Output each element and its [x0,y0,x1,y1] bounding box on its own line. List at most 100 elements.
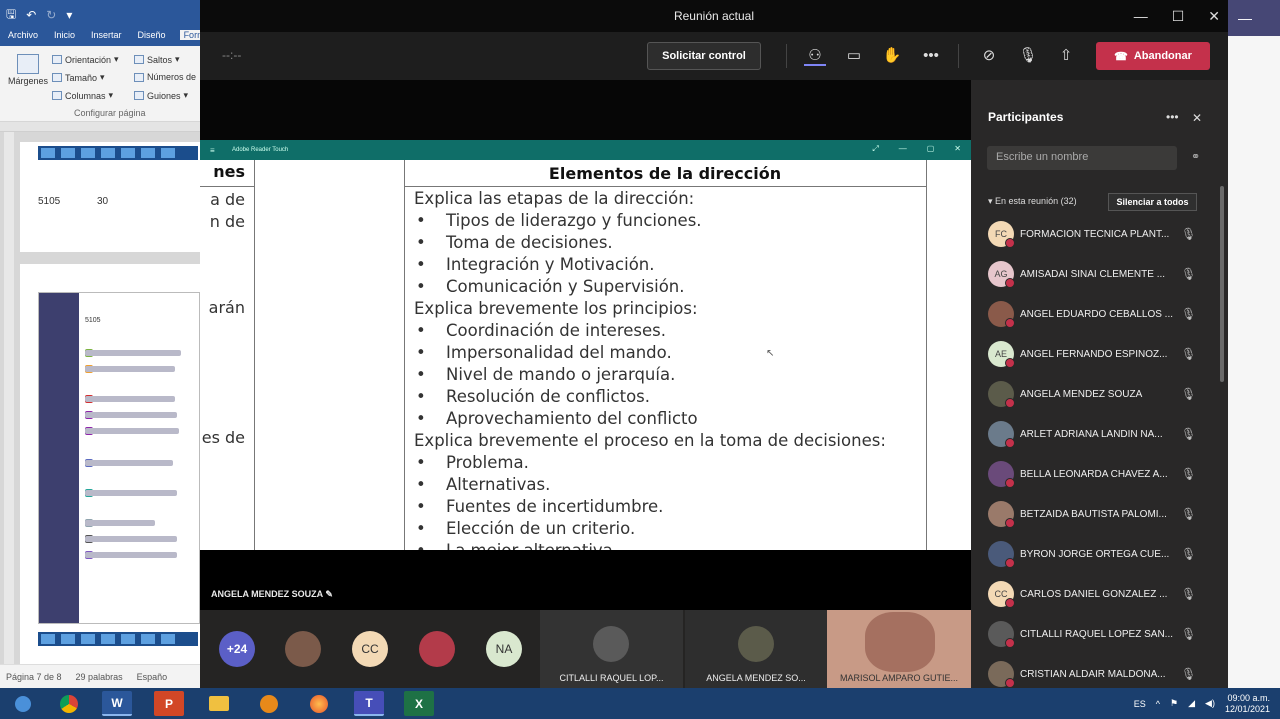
mic-off-icon[interactable]: 🎙 [1181,627,1196,641]
taskbar-chrome[interactable] [54,691,84,716]
line-numbers-button[interactable]: Números de [134,72,196,82]
leave-button[interactable]: ☎ Abandonar [1096,42,1210,70]
taskbar-teams[interactable]: T [354,691,384,716]
hyphenation-button[interactable]: Guiones ▾ [134,90,188,101]
mic-off-icon[interactable]: 🎙 [1181,227,1196,241]
participant-row[interactable]: CRISTIAN ALDAIR MALDONA... 🎙 [988,660,1198,688]
video-tile[interactable]: MARISOL AMPARO GUTIE... [827,610,971,688]
more-options-icon[interactable]: ••• [920,46,942,66]
document-page: 5105 [20,264,200,664]
participant-video-strip: +24 CC NA CITLALLI RAQUEL LOP... ANGELA … [200,610,971,688]
participant-row[interactable]: BYRON JORGE ORTEGA CUE... 🎙 [988,540,1198,568]
share-invite-icon[interactable]: ⚭ [1191,150,1200,163]
taskbar-clock[interactable]: 09:00 a.m. 12/01/2021 [1225,693,1270,715]
save-icon[interactable]: 🖫 [6,5,16,26]
avatar: FC [988,221,1015,248]
more-participants-button[interactable]: +24 [219,631,255,667]
participant-row[interactable]: BETZAIDA BAUTISTA PALOMI... 🎙 [988,500,1198,528]
tab-archivo[interactable]: Archivo [6,30,40,40]
line-numbers-label: Números de [147,72,197,82]
participant-row[interactable]: FC FORMACION TECNICA PLANT... 🎙 [988,220,1198,248]
chevron-down-icon: ▾ [108,90,114,100]
embedded-taskbar-image [38,632,198,646]
mic-off-icon[interactable]: 🎙 [1181,547,1196,561]
scrollbar[interactable] [1220,186,1224,382]
avatar[interactable]: NA [486,631,522,667]
network-icon[interactable]: ◢ [1188,698,1195,709]
taskbar-word[interactable]: W [102,691,132,716]
volume-icon[interactable]: ◀) [1205,698,1215,709]
participant-row[interactable]: ANGEL EDUARDO CEBALLOS ... 🎙 [988,300,1198,328]
margins-button[interactable]: Márgenes [8,54,48,86]
taskbar-excel[interactable]: X [404,691,434,716]
mute-all-button[interactable]: Silenciar a todos [1108,193,1197,211]
mic-off-icon[interactable]: 🎙 [1181,347,1196,361]
breaks-button[interactable]: Saltos ▾ [134,54,180,65]
channel-line [85,490,177,496]
taskbar-powerpoint[interactable]: P [154,691,184,716]
video-tile[interactable]: ANGELA MENDEZ SO... [685,610,827,688]
mic-off-icon[interactable]: 🎙 [1181,267,1196,281]
mic-off-icon[interactable]: 🎙 [1181,467,1196,481]
columns-icon [52,91,62,100]
size-label: Tamaño [65,72,98,83]
mic-off-icon[interactable]: 🎙 [1181,427,1196,441]
panel-title: Participantes [988,110,1064,124]
raise-hand-icon[interactable]: ✋ [881,46,903,66]
chat-icon[interactable]: ▭ [843,46,865,66]
participant-row[interactable]: CITLALLI RAQUEL LOPEZ SAN... 🎙 [988,620,1198,648]
mic-off-icon[interactable]: 🎙 [1181,667,1196,681]
columns-button[interactable]: Columnas ▾ [52,90,113,101]
close-icon[interactable]: ✕ [1208,8,1220,25]
camera-off-icon[interactable]: ⊘ [978,46,1000,66]
size-button[interactable]: Tamaño ▾ [52,72,105,83]
taskbar-firefox[interactable] [304,691,334,716]
document-page: 5105 30 [20,142,200,252]
mic-off-icon[interactable]: 🎙 [1017,46,1039,66]
redo-icon[interactable]: ↻ [46,8,56,22]
avatar[interactable]: CC [352,631,388,667]
size-icon [52,73,62,82]
participants-icon[interactable]: ⚇ [804,46,826,66]
avatar[interactable] [285,631,321,667]
tab-diseno[interactable]: Diseño [136,30,168,40]
participant-row[interactable]: AG AMISADAI SINAI CLEMENTE ... 🎙 [988,260,1198,288]
mic-off-icon[interactable]: 🎙 [1181,507,1196,521]
close-icon[interactable]: ✕ [1192,111,1202,125]
start-button[interactable] [6,691,40,716]
tab-insertar[interactable]: Insertar [89,30,124,40]
participant-row[interactable]: CC CARLOS DANIEL GONZALEZ ... 🎙 [988,580,1198,608]
table-border [254,160,255,550]
mic-off-icon[interactable]: 🎙 [1181,587,1196,601]
input-language[interactable]: ES [1134,699,1146,709]
maximize-icon[interactable]: ☐ [1172,8,1185,25]
bullet-item: Integración y Motivación. [416,255,654,274]
share-screen-icon[interactable]: ⇧ [1055,46,1077,66]
customize-icon[interactable]: ▾ [66,8,72,22]
request-control-button[interactable]: Solicitar control [647,42,761,70]
mic-off-icon[interactable]: 🎙 [1181,387,1196,401]
in-meeting-section-header[interactable]: ▾ En esta reunión (32) [988,196,1077,207]
participant-row[interactable]: ANGELA MENDEZ SOUZA 🎙 [988,380,1198,408]
media-player-icon [260,694,278,713]
word-ribbon: Márgenes Orientación ▾ Saltos ▾ Tamaño ▾ Nú… [0,46,200,122]
participant-row[interactable]: BELLA LEONARDA CHAVEZ A... 🎙 [988,460,1198,488]
participant-search-input[interactable]: Escribe un nombre [987,146,1177,170]
tab-inicio[interactable]: Inicio [52,30,77,40]
language-status[interactable]: Españo [137,672,168,682]
undo-icon[interactable]: ↶ [26,8,36,22]
minimize-icon[interactable]: — [1134,8,1148,24]
taskbar-file-explorer[interactable] [204,691,234,716]
taskbar-media-player[interactable] [254,691,284,716]
video-tile[interactable]: CITLALLI RAQUEL LOP... [540,610,683,688]
minimize-icon[interactable]: — [1238,10,1252,26]
chevron-up-icon[interactable]: ^ [1156,699,1160,709]
mic-off-icon[interactable]: 🎙 [1181,307,1196,321]
participant-row[interactable]: AE ANGEL FERNANDO ESPINOZ... 🎙 [988,340,1198,368]
orientation-button[interactable]: Orientación ▾ [52,54,119,65]
flag-icon[interactable]: ⚑ [1170,698,1178,709]
participant-row[interactable]: ARLET ADRIANA LANDIN NA... 🎙 [988,420,1198,448]
avatar[interactable] [419,631,455,667]
chrome-icon [60,694,78,713]
more-options-icon[interactable]: ••• [1166,110,1179,124]
